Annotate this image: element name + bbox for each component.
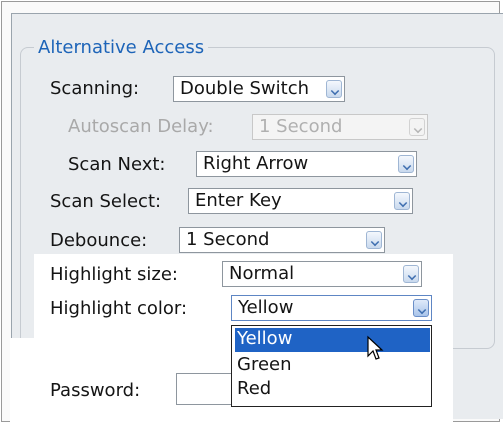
password-label: Password: [50, 380, 141, 401]
scan-select-label: Scan Select: [50, 191, 162, 212]
scanning-label: Scanning: [50, 78, 140, 99]
highlight-size-label: Highlight size: [50, 264, 178, 285]
highlight-color-label: Highlight color: [50, 298, 188, 319]
debounce-label: Debounce: [50, 230, 148, 251]
chevron-down-icon[interactable] [366, 231, 382, 249]
chevron-down-icon[interactable] [413, 299, 429, 317]
option-label: Red [237, 378, 272, 399]
chevron-down-icon[interactable] [403, 265, 419, 283]
highlight-color-dropdown: Yellow Green Red [231, 325, 432, 407]
autoscan-delay-label: Autoscan Delay: [68, 116, 214, 137]
chevron-down-icon [409, 118, 425, 136]
scan-next-value: Right Arrow [203, 153, 309, 174]
scan-next-select[interactable]: Right Arrow [196, 151, 417, 177]
debounce-select[interactable]: 1 Second [179, 227, 385, 253]
scanning-select[interactable]: Double Switch [173, 76, 345, 102]
dropdown-option-green[interactable]: Green [235, 354, 430, 378]
highlight-color-select[interactable]: Yellow [231, 295, 432, 321]
chevron-down-icon[interactable] [326, 80, 342, 98]
mouse-pointer-icon [367, 335, 384, 360]
highlight-color-value: Yellow [238, 297, 294, 318]
debounce-value: 1 Second [186, 229, 270, 250]
scanning-value: Double Switch [180, 78, 310, 99]
group-title: Alternative Access [34, 37, 209, 58]
option-label: Green [237, 354, 292, 375]
dropdown-option-red[interactable]: Red [235, 378, 430, 402]
chevron-down-icon[interactable] [398, 155, 414, 173]
chevron-down-icon[interactable] [394, 192, 410, 210]
option-label: Yellow [237, 328, 293, 349]
scan-select-select[interactable]: Enter Key [188, 188, 413, 214]
autoscan-delay-value: 1 Second [259, 116, 343, 137]
scan-next-label: Scan Next: [68, 154, 166, 175]
scan-select-value: Enter Key [195, 190, 282, 211]
dropdown-option-yellow[interactable]: Yellow [235, 328, 430, 352]
highlight-size-value: Normal [229, 263, 295, 284]
autoscan-delay-select: 1 Second [252, 114, 428, 140]
highlight-size-select[interactable]: Normal [222, 261, 422, 287]
